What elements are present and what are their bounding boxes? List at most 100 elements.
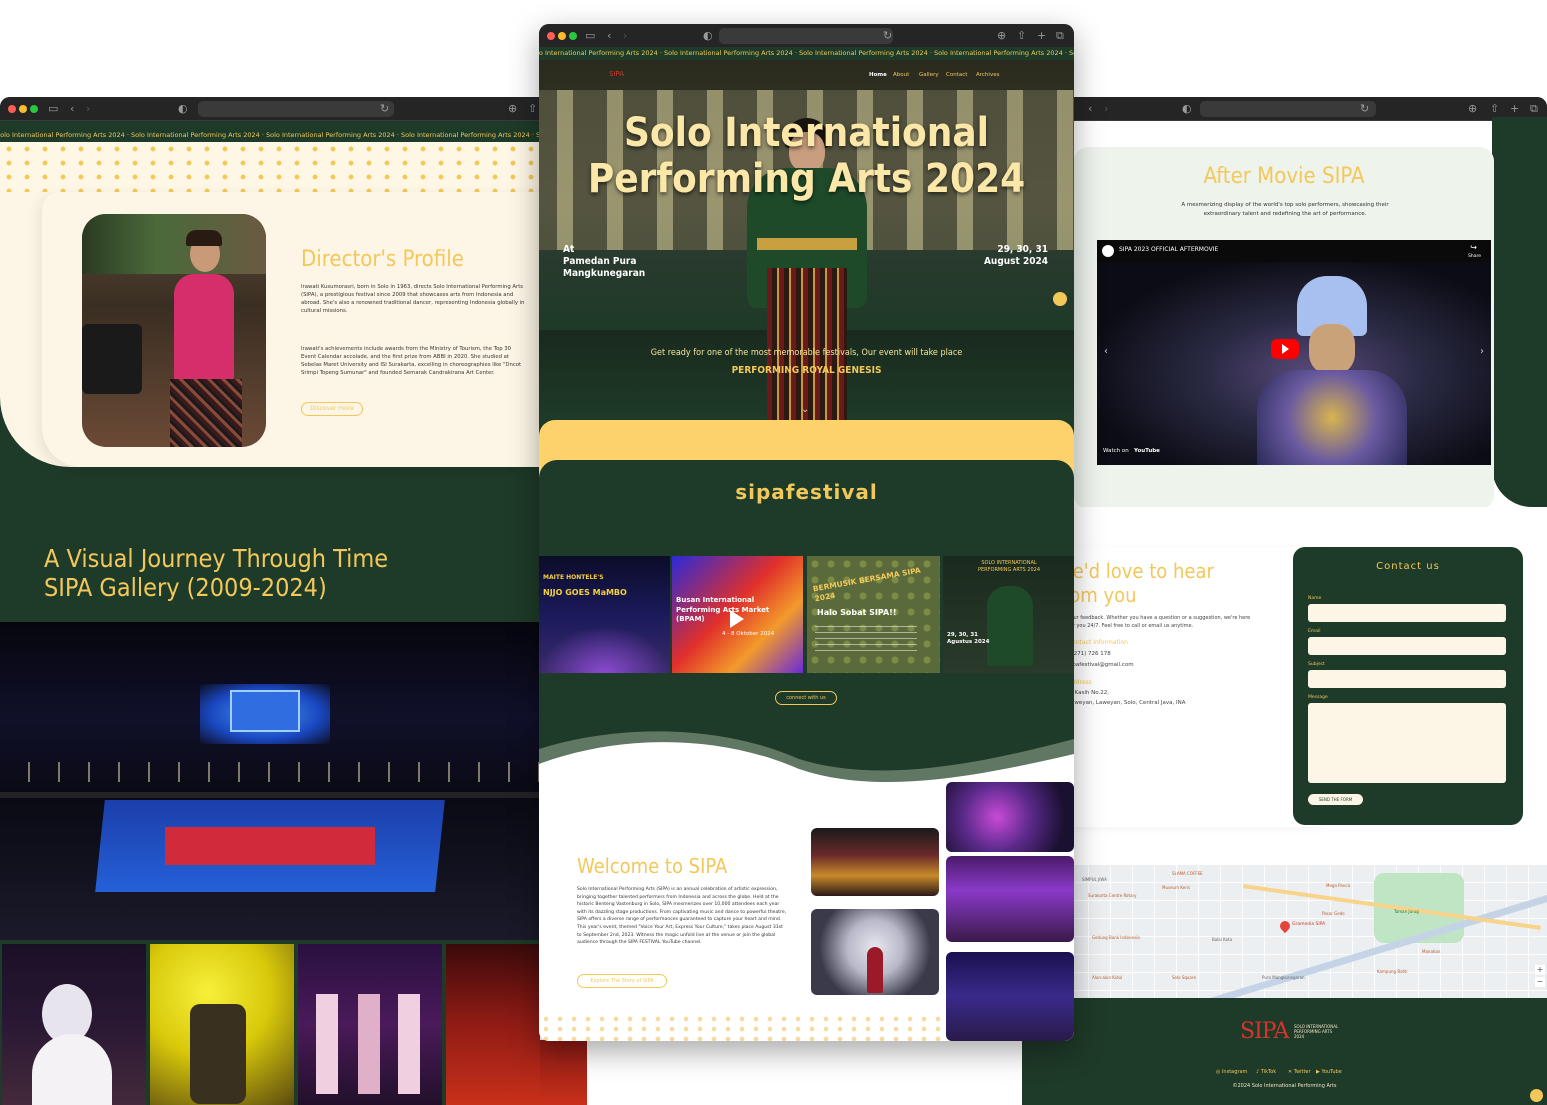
instagram-post-1-line1: MAITE HONTELE'S <box>543 574 604 581</box>
zoom-window-button[interactable] <box>569 32 577 40</box>
map-label-6: Gedung Bank Indonesia <box>1092 935 1140 940</box>
footer-copyright: ©2024 Solo International Performing Arts <box>1232 1083 1337 1089</box>
address-bar[interactable] <box>198 101 394 117</box>
nav-archives[interactable]: Archives <box>976 72 999 78</box>
nav-home[interactable]: Home <box>869 72 887 78</box>
play-button[interactable] <box>1271 339 1299 359</box>
send-form-button[interactable]: SEND THE FORM <box>1308 794 1363 805</box>
close-window-button[interactable] <box>8 105 16 113</box>
instagram-post-2[interactable]: Busan International Performing Arts Mark… <box>672 556 803 673</box>
footer-link-instagram[interactable]: ◎ Instagram <box>1216 1069 1247 1075</box>
share-icon[interactable]: ⇧ <box>528 102 537 116</box>
forward-icon[interactable]: › <box>623 29 627 43</box>
share-icon[interactable]: ⇧ <box>1490 102 1499 116</box>
explore-story-button[interactable]: Explore The Story of SIPA <box>577 974 667 988</box>
footer-link-tiktok[interactable]: ♪ TikTok <box>1256 1069 1276 1075</box>
discover-more-button[interactable]: Discover more <box>301 402 363 416</box>
contact-heading-line1: We'd love to hear <box>1056 559 1214 583</box>
aftermovie-green-curve <box>1492 117 1547 507</box>
tabs-overview-icon[interactable]: ⧉ <box>1056 29 1064 43</box>
footer-link-twitter[interactable]: ✕ Twitter <box>1288 1069 1311 1075</box>
map-label-1: SLAMA COFFEE <box>1172 871 1203 876</box>
address-bar[interactable] <box>719 28 893 44</box>
message-field[interactable] <box>1308 703 1506 783</box>
location-map[interactable]: Gramedia SIPA SLAMA COFFEE SIMPUL JIWA M… <box>1022 865 1547 998</box>
download-icon[interactable]: ⊕ <box>997 29 1006 43</box>
contact-form-title: Contact us <box>1376 561 1440 572</box>
minimize-window-button[interactable] <box>19 105 27 113</box>
sidebar-icon[interactable]: ▭ <box>48 102 58 116</box>
zoom-window-button[interactable] <box>30 105 38 113</box>
map-pin-label: Gramedia SIPA <box>1292 922 1326 927</box>
instagram-post-4[interactable]: SOLO INTERNATIONAL PERFORMING ARTS 2024 … <box>943 556 1074 673</box>
instagram-handle[interactable]: sipafestival <box>539 480 1074 504</box>
contact-email[interactable]: sipafestival@gmail.com <box>1068 662 1134 668</box>
youtube-logo[interactable]: YouTube <box>1134 448 1160 454</box>
director-title: Director's Profile <box>301 247 464 272</box>
director-photo <box>82 214 266 447</box>
footer-link-youtube[interactable]: ▶ YouTube <box>1316 1069 1342 1075</box>
contact-address-line1: Jl. Kasih No.22, <box>1068 690 1110 696</box>
minimize-window-button[interactable] <box>558 32 566 40</box>
contact-address-line2: Laweyan, Laweyan, Solo, Central Java, IN… <box>1068 700 1186 706</box>
welcome-title: Welcome to SIPA <box>577 854 728 878</box>
back-icon[interactable]: ‹ <box>1088 102 1092 116</box>
shield-icon: ◐ <box>703 29 713 42</box>
hero-date-line1: 29, 30, 31 <box>997 244 1048 255</box>
hero-title-line1: Solo International <box>624 110 989 156</box>
instagram-post-3[interactable]: BERMUSIK BERSAMA SIPA 2024 Halo Sobat SI… <box>807 556 940 673</box>
download-icon[interactable]: ⊕ <box>1468 102 1477 116</box>
reload-icon[interactable]: ↻ <box>380 102 389 116</box>
back-icon[interactable]: ‹ <box>70 102 74 116</box>
contact-intro-text: Your feedback. Whether you have a questi… <box>1068 615 1251 629</box>
marquee-banner: Solo International Performing Arts 2024 … <box>539 47 1074 59</box>
sidebar-icon[interactable]: ▭ <box>585 29 595 43</box>
address-bar[interactable] <box>1200 101 1376 117</box>
video-thumbnail <box>1097 262 1491 465</box>
carousel-prev-icon[interactable]: ‹ <box>1104 346 1108 357</box>
share-icon[interactable]: ⇧ <box>1017 29 1026 43</box>
instagram-post-1[interactable]: MAITE HONTELE'S NJJO GOES MaMBO <box>539 556 670 673</box>
subject-field[interactable] <box>1308 670 1506 688</box>
footer-link-twitter-label: Twitter <box>1293 1069 1311 1075</box>
forward-icon[interactable]: › <box>1104 102 1108 116</box>
scroll-down-icon[interactable]: ⌄ <box>801 404 809 415</box>
map-label-12: Manahan <box>1422 949 1441 954</box>
back-icon[interactable]: ‹ <box>607 29 611 43</box>
welcome-photo-1 <box>811 828 939 896</box>
hero-date-line2: August 2024 <box>983 256 1048 267</box>
forward-icon[interactable]: › <box>86 102 90 116</box>
hero-venue-line3: Mangkunegaran <box>563 268 646 279</box>
map-zoom-in-button[interactable]: + <box>1535 965 1545 975</box>
carousel-next-icon[interactable]: › <box>1480 346 1484 357</box>
browser-toolbar: ‹ › ◐ ↻ ⊕ ⇧ + ⧉ <box>1022 97 1547 121</box>
tabs-overview-icon[interactable]: ⧉ <box>1530 102 1538 116</box>
map-zoom-out-button[interactable]: − <box>1535 977 1545 987</box>
right-browser-window: ‹ › ◐ ↻ ⊕ ⇧ + ⧉ After Movie SIPA A mesme… <box>1022 97 1547 1105</box>
connect-with-us-button[interactable]: connect with us <box>775 691 837 705</box>
youtube-embed[interactable]: SIPA 2023 OFFICIAL AFTERMOVIE ↪ Share ‹ … <box>1097 240 1491 465</box>
footer-link-tiktok-label: TikTok <box>1260 1069 1277 1075</box>
instagram-post-2-play-icon[interactable] <box>730 610 744 628</box>
nav-contact[interactable]: Contact <box>946 72 967 78</box>
name-field[interactable] <box>1308 604 1506 622</box>
email-field[interactable] <box>1308 637 1506 655</box>
new-tab-icon[interactable]: + <box>1037 29 1046 43</box>
map-label-8: Balai Kota <box>1212 937 1233 942</box>
site-logo[interactable]: SIPA <box>609 70 624 78</box>
hero-gold-dot[interactable] <box>1053 292 1067 306</box>
scroll-to-top-button[interactable] <box>1530 1089 1543 1102</box>
share-icon[interactable]: ↪ <box>1470 243 1477 252</box>
new-tab-icon[interactable]: + <box>1510 102 1519 116</box>
nav-gallery[interactable]: Gallery <box>919 72 939 78</box>
nav-about[interactable]: About <box>893 72 909 78</box>
reload-icon[interactable]: ↻ <box>1360 102 1369 116</box>
reload-icon[interactable]: ↻ <box>883 29 892 43</box>
gallery-photo-ensemble-overflow <box>540 1040 587 1105</box>
instagram-post-4-line1: SOLO INTERNATIONAL PERFORMING ARTS 2024 <box>978 560 1040 573</box>
name-label: Name <box>1308 596 1322 601</box>
gallery-photo-singer <box>2 944 146 1105</box>
close-window-button[interactable] <box>547 32 555 40</box>
download-icon[interactable]: ⊕ <box>508 102 517 116</box>
map-label-13: Kampung Batik <box>1377 969 1408 974</box>
